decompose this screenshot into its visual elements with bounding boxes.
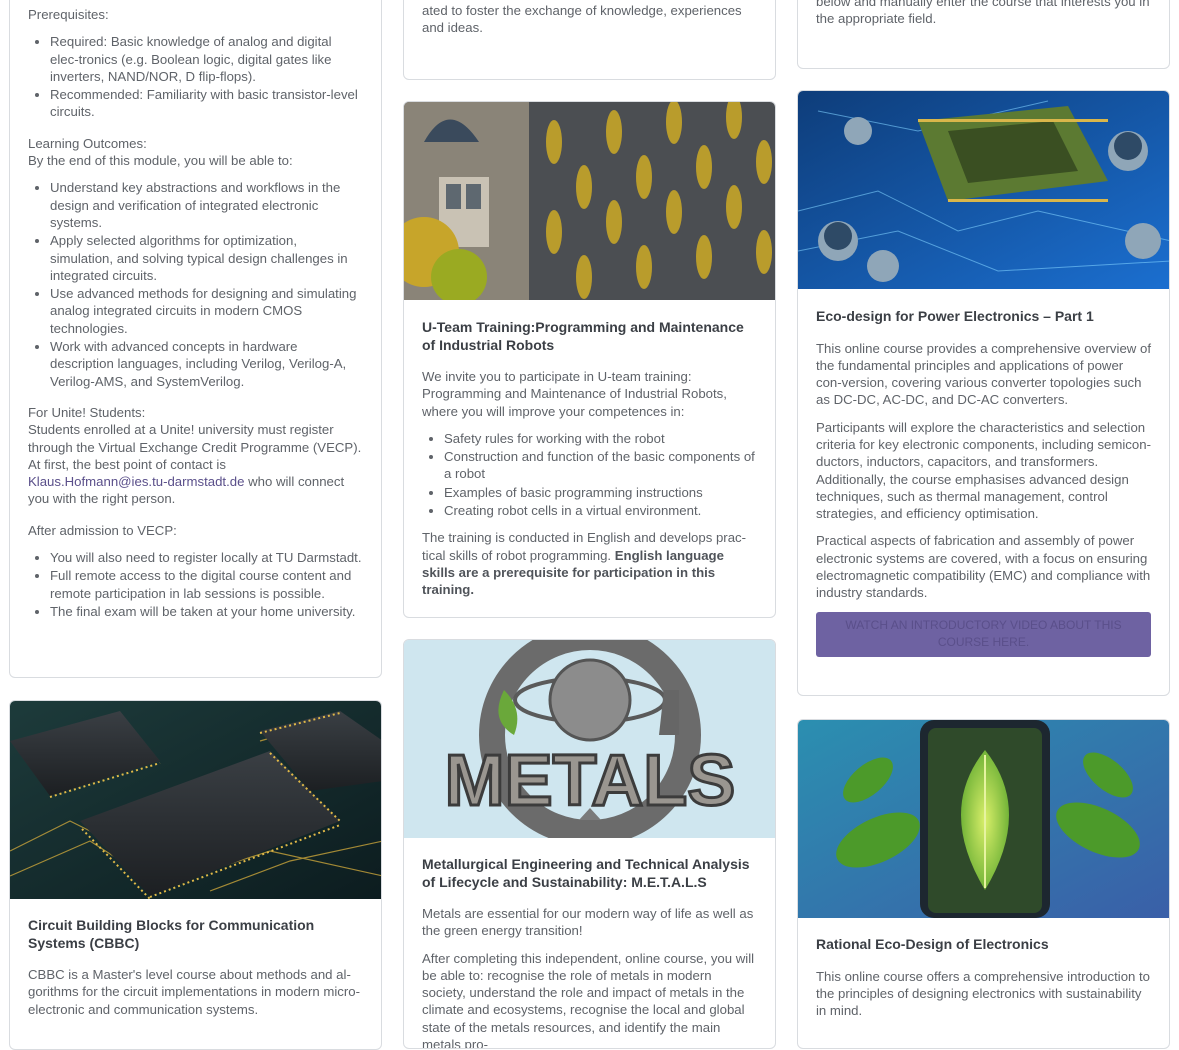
course-description-tail: below and manually enter the course that… <box>816 0 1150 27</box>
learning-outcomes-heading: Learning Outcomes: <box>28 135 147 151</box>
course-card-metals[interactable]: METALS Metallurgical Engineering and Tec… <box>403 639 776 1049</box>
course-description-2: Participants will explore the characteri… <box>816 419 1151 522</box>
list-item: Understand key abstractions and workflow… <box>50 179 363 231</box>
course-card-rational-eco-design[interactable]: Rational Eco-Design of Electronics This … <box>797 719 1170 1049</box>
course-card-exchange: ated to foster the exchange of knowledge… <box>403 0 776 80</box>
learning-outcomes-block: Learning Outcomes: By the end of this mo… <box>28 135 363 170</box>
learning-outcomes-intro: By the end of this module, you will be a… <box>28 153 293 169</box>
unite-students-block: For Unite! Students: Students enrolled a… <box>28 404 363 508</box>
course-image-leaf-phone <box>798 720 1169 918</box>
prerequisites-list: Required: Basic knowledge of analog and … <box>28 33 363 120</box>
course-description: This online course provides a comprehens… <box>816 340 1151 408</box>
course-description-2: After completing this independent, onlin… <box>422 950 755 1049</box>
list-item: Required: Basic knowledge of analog and … <box>50 33 363 85</box>
course-image-cpu-board <box>798 91 1169 289</box>
course-description: Metals are essential for our modern way … <box>422 906 754 939</box>
course-description: This online course offers a comprehensiv… <box>816 968 1151 1019</box>
list-item: You will also need to register locally a… <box>50 549 363 566</box>
vecp-list: You will also need to register locally a… <box>28 549 363 620</box>
list-item: Apply selected algorithms for optimizati… <box>50 232 363 284</box>
course-card-enrolment-note: below and manually enter the course that… <box>797 0 1170 69</box>
list-item: Safety rules for working with the robot <box>444 430 757 447</box>
course-description-tail: ated to foster the exchange of knowledge… <box>422 3 742 36</box>
course-card-ic-design: Prerequisites: Required: Basic knowledge… <box>9 0 382 678</box>
list-item: Work with advanced concepts in hardware … <box>50 338 363 390</box>
prerequisites-heading: Prerequisites: <box>28 7 109 22</box>
course-title[interactable]: Circuit Building Blocks for Communicatio… <box>28 917 363 952</box>
course-closing: The training is conducted in English and… <box>422 529 757 598</box>
learning-outcomes-list: Understand key abstractions and workflow… <box>28 179 363 390</box>
course-card-cbbc[interactable]: Circuit Building Blocks for Communicatio… <box>9 700 382 1050</box>
course-card-power-electronics[interactable]: Eco-design for Power Electronics – Part … <box>797 90 1170 696</box>
intro-video-button[interactable]: WATCH AN INTRODUCTORY VIDEO ABOUT THIS C… <box>816 611 1151 657</box>
course-title[interactable]: U-Team Training:Programming and Maintena… <box>422 319 757 354</box>
course-card-robots[interactable]: U-Team Training:Programming and Maintena… <box>403 101 776 618</box>
list-item: Construction and function of the basic c… <box>444 448 757 483</box>
list-item: The final exam will be taken at your hom… <box>50 603 363 620</box>
course-image-building <box>404 102 775 300</box>
list-item: Creating robot cells in a virtual enviro… <box>444 502 757 519</box>
unite-students-heading: For Unite! Students: <box>28 404 146 420</box>
list-item: Examples of basic programming instructio… <box>444 484 757 501</box>
course-title[interactable]: Metallurgical Engineering and Technical … <box>422 856 757 891</box>
course-image-metals-logo: METALS <box>404 640 775 838</box>
list-item: Use advanced methods for designing and s… <box>50 285 363 337</box>
course-description: CBBC is a Master's level course about me… <box>28 967 360 1017</box>
course-intro: We invite you to participate in U-team t… <box>422 369 727 419</box>
list-item: Recommended: Familiarity with basic tran… <box>50 86 363 121</box>
vecp-heading: After admission to VECP: <box>28 522 177 538</box>
course-image-chip <box>10 701 381 899</box>
course-description-3: Practical aspects of fabrication and ass… <box>816 533 1151 601</box>
course-title[interactable]: Eco-design for Power Electronics – Part … <box>816 308 1151 326</box>
competences-list: Safety rules for working with the robot … <box>422 430 757 519</box>
contact-email-link[interactable]: Klaus.Hofmann@ies.tu-darmstadt.de <box>28 474 244 489</box>
list-item: Full remote access to the digital course… <box>50 567 363 602</box>
unite-students-text: Students enrolled at a Unite! university… <box>28 422 362 472</box>
course-title[interactable]: Rational Eco-Design of Electronics <box>816 936 1151 954</box>
